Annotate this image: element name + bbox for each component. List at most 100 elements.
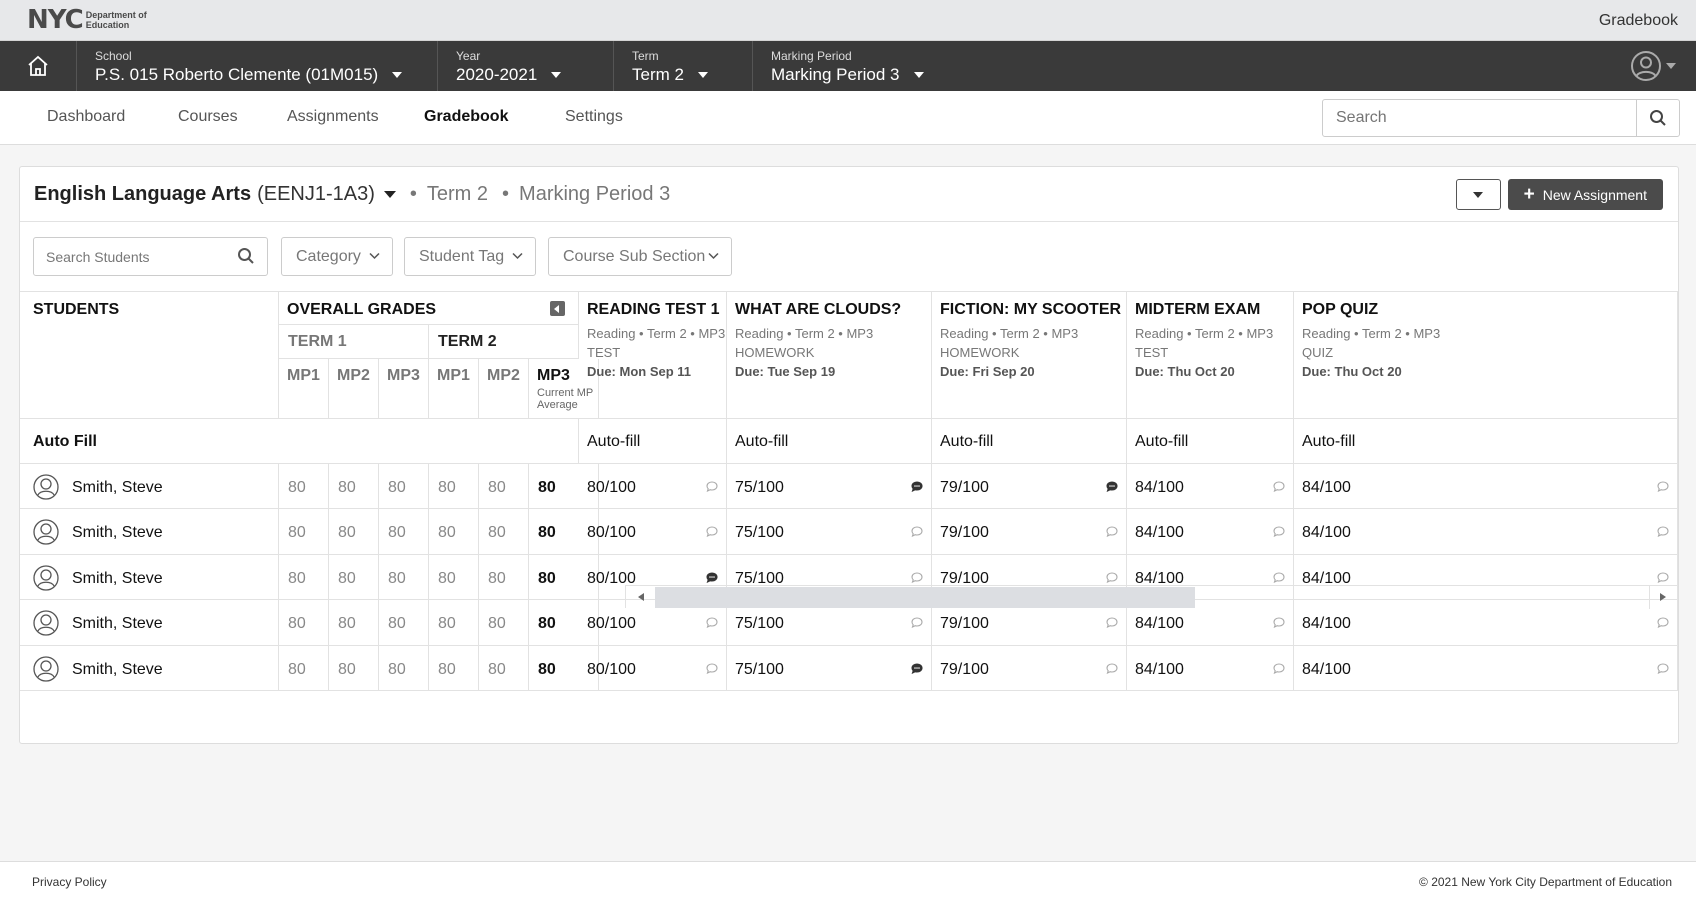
marking-period-selector[interactable]: Marking Period Marking Period 3 <box>753 41 953 91</box>
comment-icon[interactable] <box>706 526 718 537</box>
tab-assignments[interactable]: Assignments <box>287 108 379 126</box>
score-value[interactable]: 84/100 <box>1135 615 1184 633</box>
student-name-cell[interactable]: Smith, Steve <box>20 646 279 691</box>
score-cell[interactable]: 84/100 <box>1294 464 1678 509</box>
score-value[interactable]: 80/100 <box>587 615 636 633</box>
autofill-cell[interactable]: Auto-fill <box>1127 419 1294 464</box>
comment-icon[interactable] <box>1106 572 1118 583</box>
student-name-cell[interactable]: Smith, Steve <box>20 464 279 509</box>
student-name-cell[interactable]: Smith, Steve <box>20 600 279 646</box>
autofill-cell[interactable]: Auto-fill <box>1294 419 1678 464</box>
score-cell[interactable]: 84/100 <box>1127 464 1294 509</box>
assignment-header-cell[interactable]: FICTION: MY SCOOTER Reading • Term 2 • MP… <box>932 292 1127 419</box>
school-selector[interactable]: School P.S. 015 Roberto Clemente (01M015… <box>77 41 438 91</box>
score-cell[interactable]: 84/100 <box>1294 509 1678 555</box>
score-value[interactable]: 79/100 <box>940 479 989 497</box>
student-name[interactable]: Smith, Steve <box>72 661 163 679</box>
autofill-button[interactable]: Auto-fill <box>587 433 640 451</box>
score-cell[interactable]: 80/100 <box>579 509 727 555</box>
scroll-left-arrow-icon[interactable] <box>638 593 644 601</box>
autofill-button[interactable]: Auto-fill <box>1135 433 1188 451</box>
score-cell[interactable]: 75/100 <box>727 509 932 555</box>
score-cell[interactable]: 80/100 <box>579 646 727 691</box>
score-cell[interactable]: 79/100 <box>932 464 1127 509</box>
comment-icon[interactable] <box>1106 617 1118 628</box>
comment-icon[interactable] <box>1657 617 1669 628</box>
comment-icon[interactable] <box>1657 572 1669 583</box>
comment-icon[interactable] <box>911 572 923 583</box>
score-cell[interactable]: 84/100 <box>1127 509 1294 555</box>
student-name[interactable]: Smith, Steve <box>72 524 163 542</box>
comment-icon[interactable] <box>706 481 718 492</box>
comment-icon[interactable] <box>1273 572 1285 583</box>
score-value[interactable]: 84/100 <box>1135 524 1184 542</box>
score-value[interactable]: 80/100 <box>587 479 636 497</box>
scrollbar-thumb[interactable] <box>655 587 1195 608</box>
comment-filled-icon[interactable] <box>1106 481 1118 492</box>
course-dropdown-icon[interactable] <box>383 190 396 198</box>
assignment-title[interactable]: READING TEST 1 <box>587 301 719 319</box>
score-value[interactable]: 84/100 <box>1302 524 1351 542</box>
score-value[interactable]: 79/100 <box>940 661 989 679</box>
category-filter[interactable]: Category <box>281 237 393 276</box>
assignment-header-cell[interactable]: MIDTERM EXAM Reading • Term 2 • MP3 TEST Du… <box>1127 292 1294 419</box>
year-selector[interactable]: Year 2020-2021 <box>438 41 614 91</box>
assignment-title[interactable]: MIDTERM EXAM <box>1135 301 1260 319</box>
comment-icon[interactable] <box>1657 481 1669 492</box>
comment-icon[interactable] <box>1106 526 1118 537</box>
comment-filled-icon[interactable] <box>706 572 718 583</box>
privacy-policy-link[interactable]: Privacy Policy <box>32 875 107 889</box>
scroll-right-arrow-icon[interactable] <box>1660 593 1666 601</box>
score-cell[interactable]: 75/100 <box>727 464 932 509</box>
score-cell[interactable]: 84/100 <box>1294 646 1678 691</box>
assignment-title[interactable]: FICTION: MY SCOOTER <box>940 301 1121 319</box>
score-value[interactable]: 84/100 <box>1302 479 1351 497</box>
score-value[interactable]: 80/100 <box>587 661 636 679</box>
autofill-button[interactable]: Auto-fill <box>940 433 993 451</box>
student-name[interactable]: Smith, Steve <box>72 479 163 497</box>
score-cell[interactable]: 80/100 <box>579 464 727 509</box>
assignment-title[interactable]: POP QUIZ <box>1302 301 1378 319</box>
comment-icon[interactable] <box>706 617 718 628</box>
comment-icon[interactable] <box>1273 526 1285 537</box>
comment-icon[interactable] <box>706 663 718 674</box>
score-value[interactable]: 84/100 <box>1135 661 1184 679</box>
score-value[interactable]: 84/100 <box>1302 661 1351 679</box>
score-value[interactable]: 75/100 <box>735 615 784 633</box>
score-value[interactable]: 80/100 <box>587 524 636 542</box>
score-value[interactable]: 84/100 <box>1302 615 1351 633</box>
score-value[interactable]: 75/100 <box>735 661 784 679</box>
score-cell[interactable]: 79/100 <box>932 509 1127 555</box>
term-selector[interactable]: Term Term 2 <box>614 41 753 91</box>
assignment-header-cell[interactable]: WHAT ARE CLOUDS? Reading • Term 2 • MP3 HO… <box>727 292 932 419</box>
autofill-cell[interactable]: Auto-fill <box>932 419 1127 464</box>
comment-icon[interactable] <box>1273 617 1285 628</box>
comment-icon[interactable] <box>1273 663 1285 674</box>
student-name[interactable]: Smith, Steve <box>72 615 163 633</box>
collapse-left-icon[interactable] <box>550 301 565 316</box>
options-dropdown-button[interactable] <box>1455 179 1501 210</box>
score-cell[interactable]: 79/100 <box>932 646 1127 691</box>
comment-icon[interactable] <box>1657 663 1669 674</box>
comment-icon[interactable] <box>1106 663 1118 674</box>
comment-icon[interactable] <box>911 526 923 537</box>
tab-dashboard[interactable]: Dashboard <box>47 108 125 126</box>
score-cell[interactable]: 84/100 <box>1127 646 1294 691</box>
score-cell[interactable]: 75/100 <box>727 646 932 691</box>
tab-courses[interactable]: Courses <box>178 108 238 126</box>
user-menu-button[interactable] <box>1630 50 1676 82</box>
nyc-doe-logo[interactable]: NYC Department of Education <box>27 6 156 34</box>
tab-settings[interactable]: Settings <box>565 108 623 126</box>
tab-gradebook[interactable]: Gradebook <box>424 108 508 126</box>
score-value[interactable]: 75/100 <box>735 524 784 542</box>
assignment-header-cell[interactable]: POP QUIZ Reading • Term 2 • MP3 QUIZ Due: T… <box>1294 292 1678 419</box>
comment-icon[interactable] <box>911 617 923 628</box>
autofill-button[interactable]: Auto-fill <box>1302 433 1355 451</box>
score-value[interactable]: 75/100 <box>735 479 784 497</box>
student-tag-filter[interactable]: Student Tag <box>404 237 536 276</box>
student-name-cell[interactable]: Smith, Steve <box>20 509 279 555</box>
score-value[interactable]: 79/100 <box>940 615 989 633</box>
student-name-cell[interactable]: Smith, Steve <box>20 555 279 600</box>
autofill-button[interactable]: Auto-fill <box>735 433 788 451</box>
comment-filled-icon[interactable] <box>911 481 923 492</box>
